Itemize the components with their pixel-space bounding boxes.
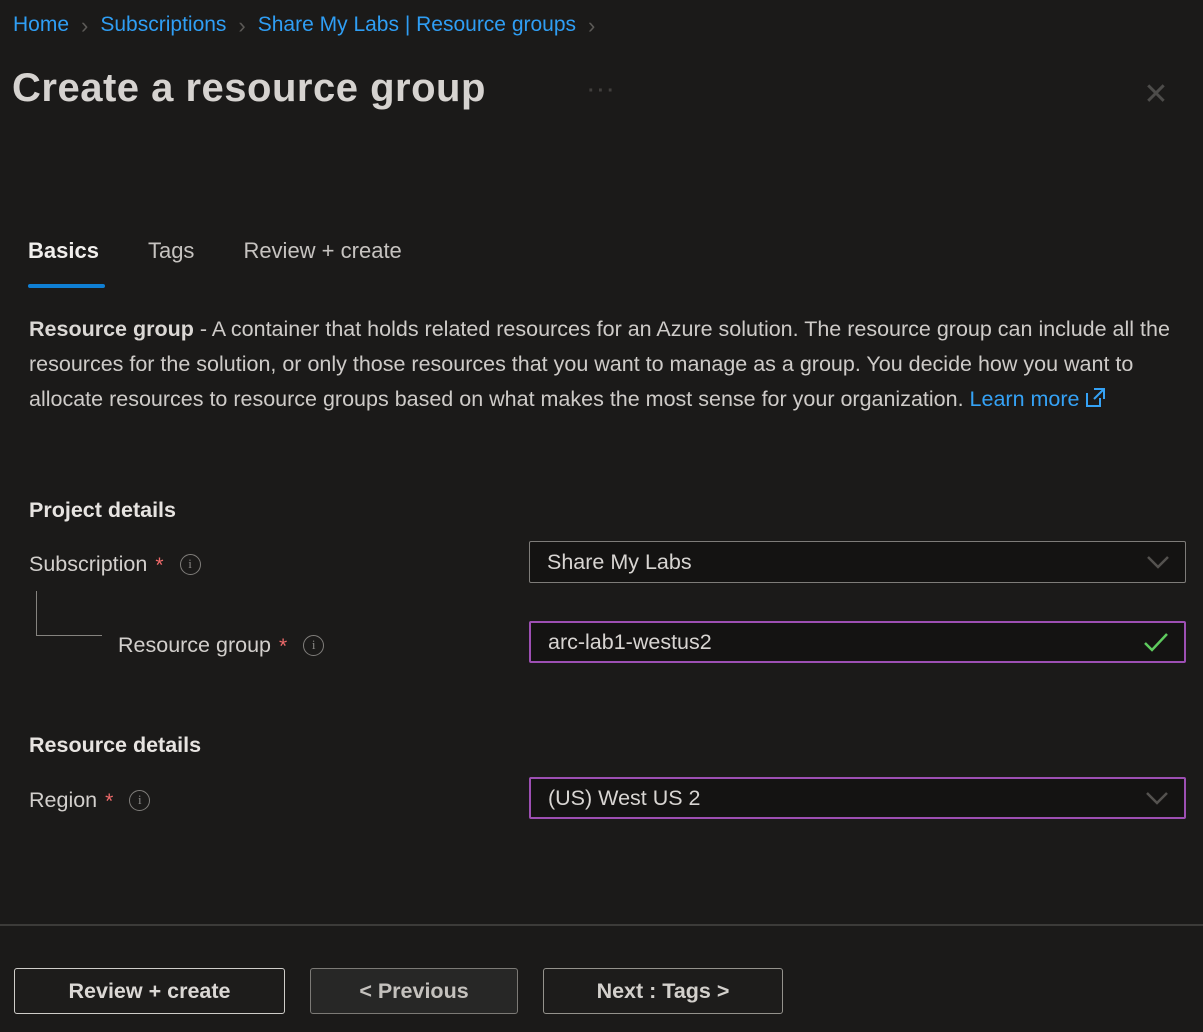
- close-icon[interactable]: ✕: [1136, 74, 1176, 114]
- resource-group-label-row: Resource group * i: [118, 631, 324, 659]
- page-title: Create a resource group: [12, 66, 486, 111]
- required-asterisk: *: [279, 631, 287, 659]
- subscription-dropdown[interactable]: Share My Labs: [529, 541, 1186, 583]
- subscription-child-connector: [36, 591, 102, 636]
- tab-review-create[interactable]: Review + create: [243, 238, 401, 278]
- region-label-row: Region * i: [29, 786, 150, 814]
- info-icon[interactable]: i: [180, 554, 201, 575]
- next-tags-button[interactable]: Next : Tags >: [543, 968, 783, 1014]
- resource-details-heading: Resource details: [29, 733, 201, 758]
- context-menu-ellipsis-icon[interactable]: ···: [588, 80, 617, 103]
- tab-basics[interactable]: Basics: [28, 238, 99, 278]
- valid-check-icon: [1142, 631, 1170, 653]
- tab-tags[interactable]: Tags: [148, 238, 194, 278]
- tab-bar: Basics Tags Review + create: [28, 238, 402, 278]
- region-value: (US) West US 2: [548, 786, 1144, 811]
- region-label: Region: [29, 788, 97, 813]
- resource-group-description: Resource group - A container that holds …: [29, 312, 1189, 419]
- breadcrumb-home[interactable]: Home: [13, 13, 69, 37]
- previous-button[interactable]: < Previous: [310, 968, 518, 1014]
- chevron-down-icon: [1144, 790, 1170, 806]
- footer-divider: [0, 924, 1203, 926]
- description-lead: Resource group: [29, 317, 194, 341]
- breadcrumb: Home › Subscriptions › Share My Labs | R…: [13, 13, 595, 37]
- learn-more-link[interactable]: Learn more: [970, 387, 1080, 411]
- breadcrumb-share-my-labs[interactable]: Share My Labs | Resource groups: [258, 13, 576, 37]
- info-icon[interactable]: i: [303, 635, 324, 656]
- resource-group-field: [529, 621, 1186, 663]
- subscription-label-row: Subscription * i: [29, 550, 201, 578]
- external-link-icon: [1085, 384, 1106, 419]
- resource-group-input[interactable]: [548, 623, 1142, 661]
- required-asterisk: *: [105, 786, 113, 814]
- chevron-right-icon: ›: [588, 14, 595, 37]
- region-dropdown[interactable]: (US) West US 2: [529, 777, 1186, 819]
- info-icon[interactable]: i: [129, 790, 150, 811]
- active-tab-indicator: [28, 284, 105, 288]
- subscription-value: Share My Labs: [547, 550, 1145, 575]
- chevron-down-icon: [1145, 554, 1171, 570]
- chevron-right-icon: ›: [81, 14, 88, 37]
- subscription-label: Subscription: [29, 552, 147, 577]
- chevron-right-icon: ›: [238, 14, 245, 37]
- breadcrumb-subscriptions[interactable]: Subscriptions: [100, 13, 226, 37]
- required-asterisk: *: [155, 550, 163, 578]
- resource-group-label: Resource group: [118, 633, 271, 658]
- project-details-heading: Project details: [29, 498, 176, 523]
- review-create-button[interactable]: Review + create: [14, 968, 285, 1014]
